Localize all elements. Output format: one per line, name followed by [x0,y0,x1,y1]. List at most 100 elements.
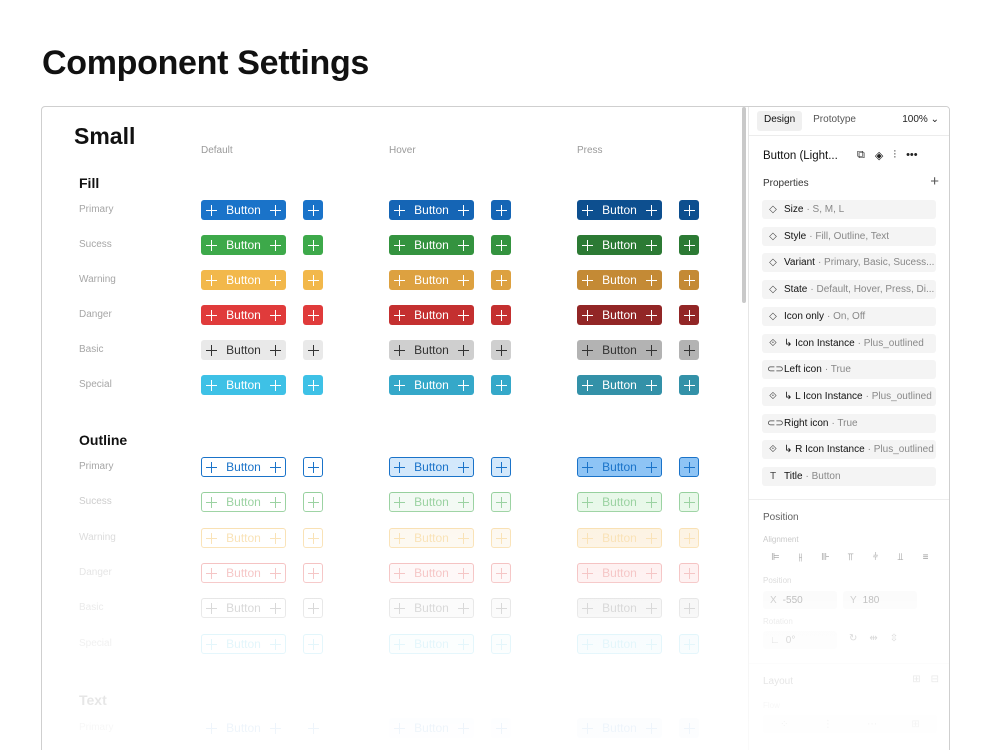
icon-button-outline-basic-press[interactable] [679,598,699,618]
x-position-field[interactable]: X -550 [763,591,837,609]
zoom-dropdown[interactable]: 100% ⌄ [902,114,939,125]
icon-button-outline-basic-hover[interactable] [491,598,511,618]
button-outline-special-press[interactable]: Button [577,634,662,654]
adjust-icon[interactable]: ⫶ [893,149,896,162]
button-fill-warning-hover[interactable]: Button [389,270,474,290]
icon-button-fill-basic-press[interactable] [679,340,699,360]
button-fill-danger-hover[interactable]: Button [389,305,474,325]
button-fill-special-default[interactable]: Button [201,375,286,395]
icon-button-outline-special-press[interactable] [679,634,699,654]
icon-button-fill-basic-hover[interactable] [491,340,511,360]
icon-button-fill-primary-press[interactable] [679,200,699,220]
button-fill-special-press[interactable]: Button [577,375,662,395]
button-outline-warning-hover[interactable]: Button [389,528,474,548]
button-outline-primary-hover[interactable]: Button [389,457,474,477]
select-matching-icon[interactable]: ⧉ [857,149,865,162]
property-row[interactable]: ◇ Variant · Primary, Basic, Sucess... [762,253,936,273]
icon-button-outline-sucess-press[interactable] [679,492,699,512]
icon-button-fill-danger-default[interactable] [303,305,323,325]
button-outline-basic-default[interactable]: Button [201,598,286,618]
rotation-field[interactable]: ∟ 0° [763,631,837,649]
button-fill-primary-press[interactable]: Button [577,200,662,220]
property-row[interactable]: ⊂⊃ Left icon · True [762,360,936,380]
tab-design[interactable]: Design [757,111,803,131]
flow-horizontal-icon[interactable]: ⋯ [867,719,877,730]
icon-button-outline-warning-default[interactable] [303,528,323,548]
icon-button-outline-special-hover[interactable] [491,634,511,654]
button-outline-basic-hover[interactable]: Button [389,598,474,618]
button-fill-primary-default[interactable]: Button [201,200,286,220]
property-row[interactable]: T Title · Button [762,467,936,486]
button-fill-basic-hover[interactable]: Button [389,340,474,360]
icon-button-text-primary-hover[interactable] [491,718,511,738]
icon-button-fill-sucess-press[interactable] [679,235,699,255]
icon-button-outline-sucess-hover[interactable] [491,492,511,512]
button-outline-sucess-default[interactable]: Button [201,492,286,512]
button-fill-basic-default[interactable]: Button [201,340,286,360]
button-text-primary-default[interactable]: Button [201,718,286,738]
icon-button-outline-sucess-default[interactable] [303,492,323,512]
button-fill-special-hover[interactable]: Button [389,375,474,395]
icon-button-outline-primary-press[interactable] [679,457,699,477]
property-row[interactable]: ◇ State · Default, Hover, Press, Di... [762,280,936,300]
grid-layout-icon[interactable]: ⊞ [912,674,920,685]
button-outline-danger-default[interactable]: Button [201,563,286,583]
icon-button-fill-warning-default[interactable] [303,270,323,290]
button-fill-sucess-press[interactable]: Button [577,235,662,255]
flip-horizontal-icon[interactable]: ⇹ [869,633,877,644]
button-fill-warning-press[interactable]: Button [577,270,662,290]
icon-button-outline-warning-press[interactable] [679,528,699,548]
align-center-h-icon[interactable]: ⫲ [788,552,813,563]
button-outline-special-hover[interactable]: Button [389,634,474,654]
property-row[interactable]: ⟐ ↳ Icon Instance · Plus_outlined [762,333,936,353]
align-right-icon[interactable]: ⊪ [813,552,838,563]
button-fill-sucess-hover[interactable]: Button [389,235,474,255]
button-fill-basic-press[interactable]: Button [577,340,662,360]
flow-grid-icon[interactable]: ⊞ [911,719,919,730]
icon-button-outline-danger-hover[interactable] [491,563,511,583]
icon-button-text-primary-press[interactable] [679,718,699,738]
property-row[interactable]: ⟐ ↳ L Icon Instance · Plus_outlined [762,386,936,406]
icon-button-outline-primary-hover[interactable] [491,457,511,477]
icon-button-fill-sucess-default[interactable] [303,235,323,255]
icon-button-outline-basic-default[interactable] [303,598,323,618]
button-outline-primary-press[interactable]: Button [577,457,662,477]
button-outline-warning-press[interactable]: Button [577,528,662,548]
icon-button-fill-primary-hover[interactable] [491,200,511,220]
icon-button-fill-warning-press[interactable] [679,270,699,290]
align-middle-v-icon[interactable]: ⫩ [863,552,888,563]
button-outline-warning-default[interactable]: Button [201,528,286,548]
button-outline-danger-press[interactable]: Button [577,563,662,583]
button-outline-basic-press[interactable]: Button [577,598,662,618]
add-property-icon[interactable]: + [930,173,939,190]
icon-button-fill-special-hover[interactable] [491,375,511,395]
button-text-primary-hover[interactable]: Button [389,718,474,738]
icon-button-fill-special-default[interactable] [303,375,323,395]
rotate-icon[interactable]: ↻ [849,633,857,644]
icon-button-outline-primary-default[interactable] [303,457,323,477]
button-outline-sucess-hover[interactable]: Button [389,492,474,512]
icon-button-fill-basic-default[interactable] [303,340,323,360]
button-outline-primary-default[interactable]: Button [201,457,286,477]
button-fill-danger-press[interactable]: Button [577,305,662,325]
property-row[interactable]: ◇ Style · Fill, Outline, Text [762,226,936,246]
button-fill-warning-default[interactable]: Button [201,270,286,290]
icon-button-outline-danger-press[interactable] [679,563,699,583]
flow-freeform-icon[interactable]: ⁘ [780,719,788,730]
canvas-scrollbar[interactable] [742,107,746,303]
align-left-icon[interactable]: ⊫ [763,552,788,563]
icon-button-outline-danger-default[interactable] [303,563,323,583]
property-row[interactable]: ◇ Size · S, M, L [762,200,936,219]
auto-layout-icon[interactable]: ⊟ [931,674,939,685]
flow-vertical-icon[interactable]: ⋮ [823,719,833,730]
icon-button-fill-sucess-hover[interactable] [491,235,511,255]
icon-button-fill-primary-default[interactable] [303,200,323,220]
button-text-primary-press[interactable]: Button [577,718,662,738]
button-outline-sucess-press[interactable]: Button [577,492,662,512]
icon-button-fill-warning-hover[interactable] [491,270,511,290]
button-outline-special-default[interactable]: Button [201,634,286,654]
align-bottom-icon[interactable]: ⫫ [888,552,913,563]
button-fill-danger-default[interactable]: Button [201,305,286,325]
distribute-icon[interactable]: ≡ [913,552,938,563]
property-row[interactable]: ⟐ ↳ R Icon Instance · Plus_outlined [762,440,936,460]
